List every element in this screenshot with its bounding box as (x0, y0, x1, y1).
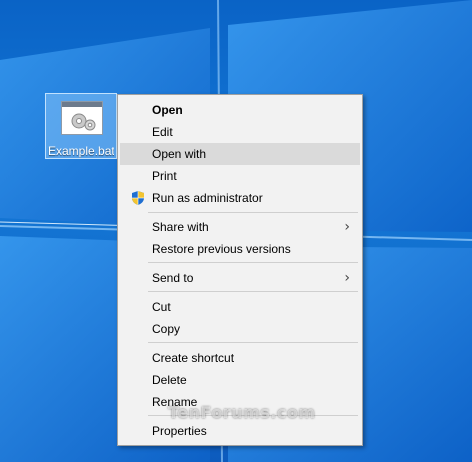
menu-item-restore-previous-versions[interactable]: Restore previous versions (120, 238, 360, 260)
menu-item-share-with[interactable]: Share with › (120, 216, 360, 238)
menu-item-label: Open (152, 103, 183, 117)
menu-item-print[interactable]: Print (120, 165, 360, 187)
menu-item-label: Properties (152, 424, 207, 438)
menu-item-open-with[interactable]: Open with (120, 143, 360, 165)
menu-separator (148, 342, 358, 343)
menu-separator (148, 262, 358, 263)
menu-item-cut[interactable]: Cut (120, 296, 360, 318)
menu-item-label: Run as administrator (152, 191, 263, 205)
menu-item-edit[interactable]: Edit (120, 121, 360, 143)
tenforums-watermark: TenForums.com (168, 403, 316, 422)
menu-item-label: Send to (152, 271, 194, 285)
window-titlebar-glyph (62, 102, 102, 107)
uac-shield-icon (132, 191, 144, 205)
chevron-right-icon: › (344, 270, 350, 286)
menu-item-label: Open with (152, 147, 207, 161)
desktop-file-example-bat[interactable]: Example.bat (45, 93, 117, 159)
menu-separator (148, 291, 358, 292)
menu-item-label: Restore previous versions (152, 242, 291, 256)
menu-item-send-to[interactable]: Send to › (120, 267, 360, 289)
menu-item-copy[interactable]: Copy (120, 318, 360, 340)
menu-item-label: Cut (152, 300, 171, 314)
menu-item-run-as-administrator[interactable]: Run as administrator (120, 187, 360, 209)
context-menu: Open Edit Open with Print Run as adminis… (117, 94, 363, 446)
chevron-right-icon: › (344, 219, 350, 235)
menu-item-properties[interactable]: Properties (120, 420, 360, 442)
menu-item-open[interactable]: Open (120, 99, 360, 121)
menu-item-label: Create shortcut (152, 351, 235, 365)
batch-file-icon (61, 101, 103, 135)
menu-item-label: Copy (152, 322, 181, 336)
menu-item-label: Print (152, 169, 177, 183)
menu-item-create-shortcut[interactable]: Create shortcut (120, 347, 360, 369)
menu-item-label: Delete (152, 373, 187, 387)
menu-separator (148, 212, 358, 213)
gears-icon (71, 113, 96, 131)
menu-item-label: Share with (152, 220, 209, 234)
file-name-label: Example.bat (48, 144, 114, 158)
menu-item-delete[interactable]: Delete (120, 369, 360, 391)
menu-item-label: Edit (152, 125, 173, 139)
